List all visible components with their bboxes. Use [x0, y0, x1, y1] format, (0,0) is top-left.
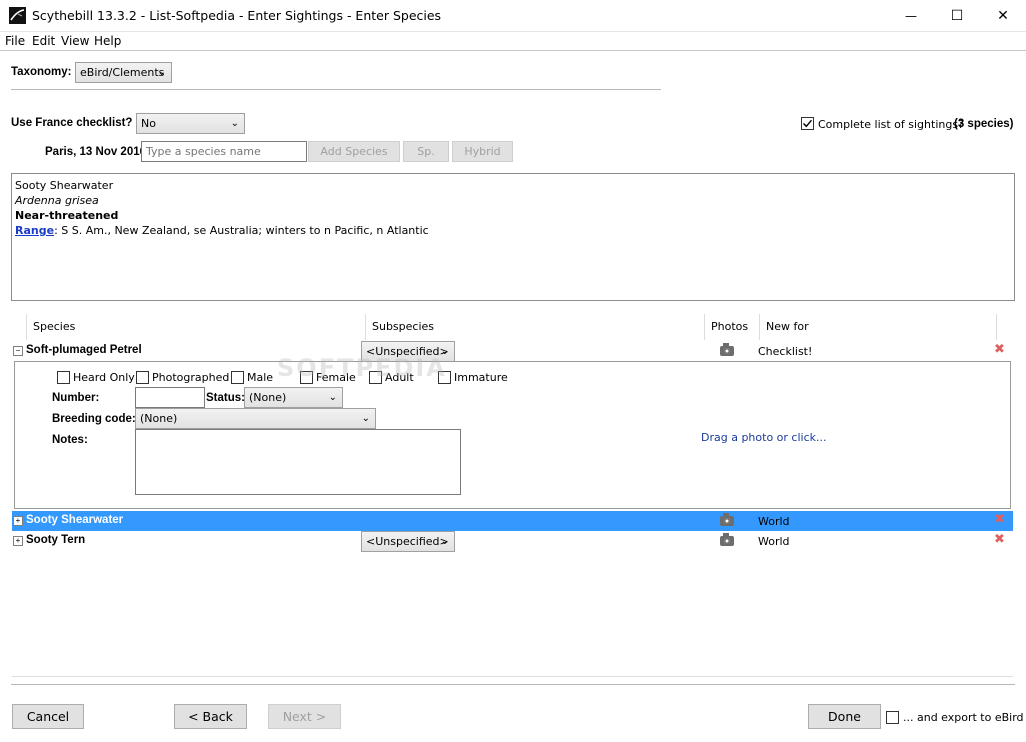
title-bar: Scythebill 13.3.2 - List-Softpedia - Ent…	[0, 0, 1026, 32]
photographed-checkbox[interactable]	[136, 371, 149, 384]
app-icon	[9, 7, 26, 24]
export-ebird-checkbox[interactable]	[886, 711, 899, 724]
species-search-input[interactable]	[141, 141, 307, 162]
info-range: Range: S S. Am., New Zealand, se Austral…	[15, 224, 429, 237]
info-common-name: Sooty Shearwater	[15, 179, 114, 192]
number-label: Number:	[52, 392, 100, 404]
row-new-for: Checklist!	[758, 345, 813, 358]
hybrid-button[interactable]: Hybrid	[452, 141, 513, 162]
row-species-name: Sooty Shearwater	[26, 514, 124, 526]
heard-only-label: Heard Only	[73, 371, 135, 384]
collapse-icon[interactable]: −	[13, 346, 23, 356]
date-location: Paris, 13 Nov 2016	[45, 146, 147, 158]
immature-label: Immature	[454, 371, 508, 384]
info-scientific-name: Ardenna grisea	[15, 194, 99, 207]
expand-icon[interactable]: +	[13, 516, 23, 526]
back-button[interactable]: < Back	[174, 704, 247, 729]
checklist-value: No	[141, 117, 156, 130]
table-row[interactable]: + Sooty Tern <Unspecified> ⌄ World ✖	[12, 531, 1013, 552]
row-species-name: Sooty Tern	[26, 534, 86, 546]
maximize-button[interactable]: ☐	[934, 0, 980, 31]
species-info-panel: Sooty Shearwater Ardenna grisea Near-thr…	[11, 173, 1015, 301]
delete-icon[interactable]: ✖	[994, 342, 1005, 357]
photo-drop-link[interactable]: Drag a photo or click...	[701, 431, 827, 444]
table-header-blank	[12, 314, 27, 340]
table-header-subspecies[interactable]: Subspecies	[366, 314, 705, 340]
expand-icon[interactable]: +	[13, 536, 23, 546]
close-icon: ✕	[997, 7, 1009, 24]
camera-icon[interactable]	[720, 513, 734, 526]
table-row-selected[interactable]: + Sooty Shearwater World ✖	[12, 511, 1013, 531]
notes-label: Notes:	[52, 434, 88, 446]
camera-icon[interactable]	[720, 533, 734, 546]
range-text: : S S. Am., New Zealand, se Australia; w…	[54, 224, 429, 237]
notes-textarea[interactable]	[135, 429, 461, 495]
breeding-code-label: Breeding code:	[52, 413, 136, 425]
sighting-details-panel: Heard Only Photographed Male Female Adul…	[14, 354, 1011, 509]
close-button[interactable]: ✕	[980, 0, 1026, 31]
camera-icon[interactable]	[720, 343, 734, 356]
delete-icon[interactable]: ✖	[994, 512, 1005, 527]
male-checkbox[interactable]	[231, 371, 244, 384]
heard-only-checkbox[interactable]	[57, 371, 70, 384]
status-value: (None)	[249, 391, 287, 404]
table-row[interactable]: − Soft-plumaged Petrel <Unspecified> ⌄ C…	[12, 341, 1013, 362]
maximize-icon: ☐	[950, 7, 964, 24]
row-new-for: World	[758, 515, 790, 528]
subspecies-value: <Unspecified>	[366, 535, 449, 548]
menu-edit[interactable]: Edit	[32, 34, 55, 48]
table-header-new-for[interactable]: New for	[760, 314, 997, 340]
menu-help[interactable]: Help	[94, 34, 121, 48]
export-ebird-label: ... and export to eBird	[903, 711, 1024, 724]
minimize-icon: —	[905, 8, 917, 23]
checklist-select[interactable]: No ⌄	[136, 113, 245, 134]
menu-file[interactable]: File	[5, 34, 25, 48]
chevron-down-icon: ⌄	[440, 536, 449, 547]
next-button[interactable]: Next >	[268, 704, 341, 729]
photographed-label: Photographed	[152, 371, 230, 384]
chevron-down-icon: ⌄	[157, 67, 166, 78]
menu-divider	[0, 50, 1026, 51]
complete-list-label: Complete list of sightings?	[818, 118, 964, 131]
number-input[interactable]	[135, 387, 205, 408]
done-button[interactable]: Done	[808, 704, 881, 729]
range-link[interactable]: Range	[15, 224, 54, 237]
table-header-species[interactable]: Species	[27, 314, 366, 340]
window-title: Scythebill 13.3.2 - List-Softpedia - Ent…	[32, 8, 442, 23]
status-label: Status:	[206, 392, 245, 404]
taxonomy-value: eBird/Clements	[80, 66, 165, 79]
sp-button[interactable]: Sp.	[403, 141, 449, 162]
breeding-code-select[interactable]: (None) ⌄	[135, 408, 376, 429]
chevron-down-icon: ⌄	[230, 118, 239, 129]
taxonomy-select[interactable]: eBird/Clements ⌄	[75, 62, 172, 83]
table-header-photos[interactable]: Photos	[705, 314, 760, 340]
chevron-down-icon: ⌄	[361, 413, 370, 424]
chevron-down-icon: ⌄	[328, 392, 337, 403]
add-species-button[interactable]: Add Species	[308, 141, 400, 162]
species-count: (3 species)	[954, 118, 1014, 130]
subspecies-select[interactable]: <Unspecified> ⌄	[361, 531, 455, 552]
male-label: Male	[247, 371, 274, 384]
row-new-for: World	[758, 535, 790, 548]
complete-list-checkbox[interactable]	[801, 117, 814, 130]
cancel-button[interactable]: Cancel	[12, 704, 84, 729]
checklist-label: Use France checklist?	[11, 117, 133, 129]
taxonomy-label: Taxonomy:	[11, 66, 72, 78]
delete-icon[interactable]: ✖	[994, 532, 1005, 547]
status-select[interactable]: (None) ⌄	[244, 387, 343, 408]
info-status: Near-threatened	[15, 209, 119, 222]
watermark: SOFTPEDIA	[277, 354, 447, 382]
minimize-button[interactable]: —	[888, 0, 934, 31]
row-species-name: Soft-plumaged Petrel	[26, 344, 142, 356]
menu-bar: File Edit View Help	[0, 31, 1026, 51]
footer-divider	[11, 684, 1015, 685]
checkmark-icon	[803, 119, 813, 128]
breeding-code-value: (None)	[140, 412, 178, 425]
menu-view[interactable]: View	[61, 34, 89, 48]
divider	[11, 89, 661, 90]
